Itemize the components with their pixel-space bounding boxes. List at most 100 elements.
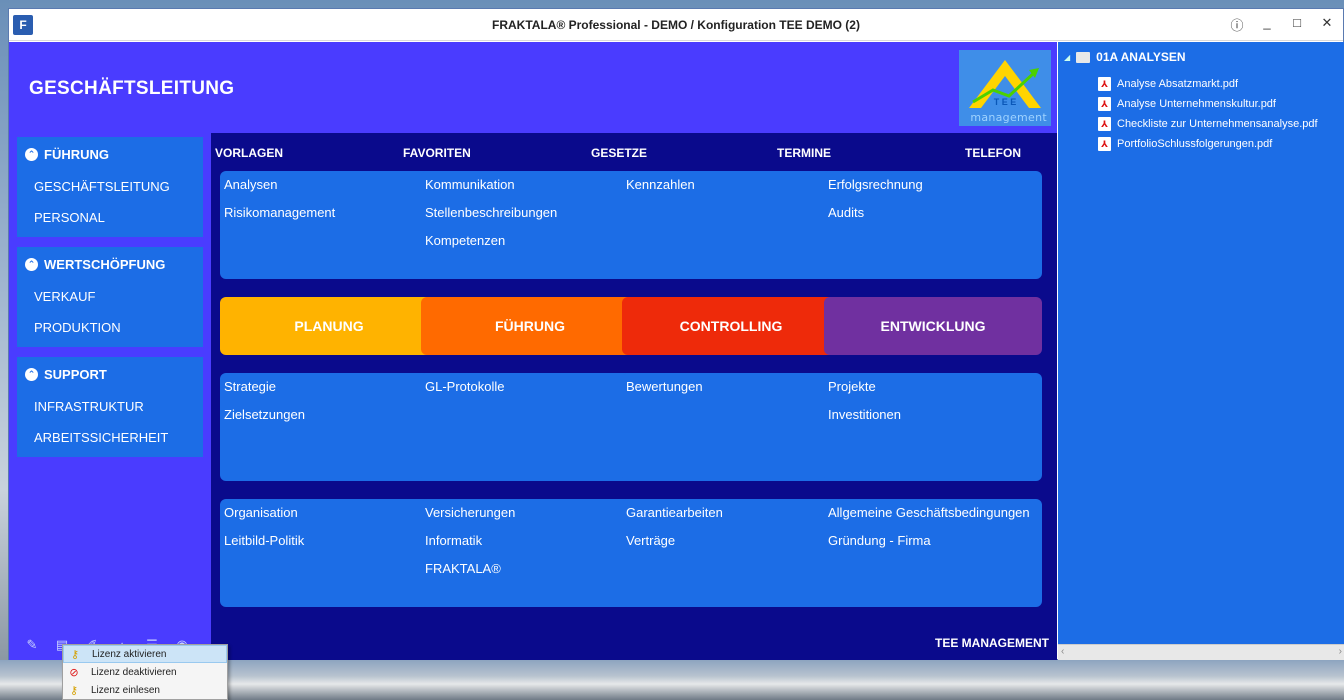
tile-link[interactable]: Kommunikation [425,177,635,205]
scroll-left-icon[interactable]: ‹ [1061,646,1064,657]
top-link-termine[interactable]: TERMINE [777,146,831,160]
tile-link[interactable]: Risikomanagement [224,205,434,233]
tile-link[interactable]: Allgemeine Geschäftsbedingungen [828,505,1038,533]
tools-icon[interactable]: ✎ [23,636,41,654]
pdf-icon: ⅄ [1098,77,1111,91]
category-planung-button[interactable]: PLANUNG [220,297,438,355]
tile-link[interactable]: Informatik [425,533,635,561]
tile: Organisation Leitbild-Politik [220,499,438,607]
menu-item-label: Lizenz deaktivieren [91,666,177,678]
tile-link[interactable]: FRAKTALA® [425,561,635,589]
tile-link[interactable]: Erfolgsrechnung [828,177,1038,205]
close-button[interactable]: ✕ [1319,15,1335,34]
sidebar-group-header[interactable]: ⌃ SUPPORT [17,357,203,391]
tile-link[interactable]: Projekte [828,379,1038,407]
tile-link[interactable]: Strategie [224,379,434,407]
tile-link[interactable]: Investitionen [828,407,1038,435]
category-fuehrung-button[interactable]: FÜHRUNG [421,297,639,355]
menu-item-lizenz-deaktivieren[interactable]: ⊘ Lizenz deaktivieren [63,663,227,681]
sidebar-item[interactable]: PRODUKTION [17,312,203,343]
file-name: Checkliste zur Unternehmensanalyse.pdf [1117,118,1318,130]
menu-item-label: Lizenz aktivieren [92,648,167,660]
file-tree-panel: ◢ 01A ANALYSEN ⅄ Analyse Absatzmarkt.pdf… [1058,42,1344,660]
sidebar-group-wertschoepfung: ⌃ WERTSCHÖPFUNG VERKAUF PRODUKTION [17,247,203,347]
tee-logo: T E E management [959,50,1051,126]
tile-link[interactable]: Gründung - Firma [828,533,1038,561]
info-icon[interactable]: ⓘ [1229,15,1245,34]
tile-link[interactable]: Zielsetzungen [224,407,434,435]
page-title: GESCHÄFTSLEITUNG [29,78,235,99]
key-import-icon: ⚷ [69,684,79,697]
tile-link[interactable]: Versicherungen [425,505,635,533]
tile: Allgemeine Geschäftsbedingungen Gründung… [824,499,1042,607]
sidebar-item[interactable]: INFRASTRUKTUR [17,391,203,422]
chevron-up-icon: ⌃ [25,367,38,381]
horizontal-scrollbar[interactable]: ‹ › [1058,644,1344,660]
forbidden-icon: ⊘ [69,666,79,679]
menu-item-lizenz-einlesen[interactable]: ⚷ Lizenz einlesen [63,681,227,699]
maximize-button[interactable]: □ [1289,15,1305,34]
tile-link[interactable]: Bewertungen [626,379,836,407]
tree-root-label: 01A ANALYSEN [1096,50,1186,64]
tile-link[interactable]: Audits [828,205,1038,233]
minimize-button[interactable]: _ [1259,15,1275,34]
tile: Bewertungen [622,373,840,481]
scroll-right-icon[interactable]: › [1339,646,1342,657]
tile: Projekte Investitionen [824,373,1042,481]
tile: Kommunikation Stellenbeschreibungen Komp… [421,171,639,279]
top-link-favoriten[interactable]: FAVORITEN [403,146,471,160]
window-title: FRAKTALA® Professional - DEMO / Konfigur… [492,17,860,32]
chevron-up-icon: ⌃ [25,147,38,161]
tile-link[interactable]: Leitbild-Politik [224,533,434,561]
tree-root[interactable]: ◢ 01A ANALYSEN [1064,50,1186,64]
main-area: GESCHÄFTSLEITUNG T E E management ⌃ FÜHR… [9,42,1057,660]
tile-link[interactable]: GL-Protokolle [425,379,635,407]
menu-item-label: Lizenz einlesen [91,684,160,696]
tile-link[interactable]: Analysen [224,177,434,205]
sidebar-group-label: SUPPORT [44,366,107,382]
sidebar-group-header[interactable]: ⌃ FÜHRUNG [17,137,203,171]
tile: Kennzahlen [622,171,840,279]
file-item[interactable]: ⅄ Checkliste zur Unternehmensanalyse.pdf [1098,114,1318,134]
pdf-icon: ⅄ [1098,117,1111,131]
file-item[interactable]: ⅄ Analyse Absatzmarkt.pdf [1098,74,1318,94]
title-bar: F FRAKTALA® Professional - DEMO / Konfig… [9,9,1343,41]
category-controlling-button[interactable]: CONTROLLING [622,297,840,355]
expand-triangle-icon[interactable]: ◢ [1064,53,1070,62]
category-entwicklung-button[interactable]: ENTWICKLUNG [824,297,1042,355]
top-link-gesetze[interactable]: GESETZE [591,146,647,160]
tile-link[interactable]: Kompetenzen [425,233,635,261]
tile-link[interactable]: Organisation [224,505,434,533]
footer-label: TEE MANAGEMENT [935,636,1049,650]
top-link-telefon[interactable]: TELEFON [965,146,1021,160]
sidebar-group-header[interactable]: ⌃ WERTSCHÖPFUNG [17,247,203,281]
logo-subtitle: management [970,111,1047,124]
folder-icon [1076,51,1091,63]
sidebar-item[interactable]: VERKAUF [17,281,203,312]
file-item[interactable]: ⅄ Analyse Unternehmenskultur.pdf [1098,94,1318,114]
file-name: PortfolioSchlussfolgerungen.pdf [1117,138,1273,150]
pdf-icon: ⅄ [1098,137,1111,151]
sidebar-item[interactable]: GESCHÄFTSLEITUNG [17,171,203,202]
tile-link[interactable]: Stellenbeschreibungen [425,205,635,233]
sidebar-item[interactable]: PERSONAL [17,202,203,233]
app-icon[interactable]: F [13,15,33,35]
sidebar-group-fuehrung: ⌃ FÜHRUNG GESCHÄFTSLEITUNG PERSONAL [17,137,203,237]
file-name: Analyse Unternehmenskultur.pdf [1117,98,1276,110]
tile-link[interactable]: Verträge [626,533,836,561]
menu-item-lizenz-aktivieren[interactable]: ⚷ Lizenz aktivieren [63,645,227,663]
sidebar-group-label: FÜHRUNG [44,146,109,162]
tile: Erfolgsrechnung Audits [824,171,1042,279]
app-window: F FRAKTALA® Professional - DEMO / Konfig… [8,8,1344,660]
sidebar-item[interactable]: ARBEITSSICHERHEIT [17,422,203,453]
tile-link[interactable]: Garantiearbeiten [626,505,836,533]
context-menu: ⚷ Lizenz aktivieren ⊘ Lizenz deaktiviere… [62,644,228,700]
file-item[interactable]: ⅄ PortfolioSchlussfolgerungen.pdf [1098,134,1318,154]
tile-link[interactable]: Kennzahlen [626,177,836,205]
tile: GL-Protokolle [421,373,639,481]
sidebar: ⌃ FÜHRUNG GESCHÄFTSLEITUNG PERSONAL ⌃ WE… [17,137,203,467]
tile: Versicherungen Informatik FRAKTALA® [421,499,639,607]
tile: Analysen Risikomanagement [220,171,438,279]
top-link-vorlagen[interactable]: VORLAGEN [215,146,283,160]
sidebar-group-label: WERTSCHÖPFUNG [44,256,166,272]
